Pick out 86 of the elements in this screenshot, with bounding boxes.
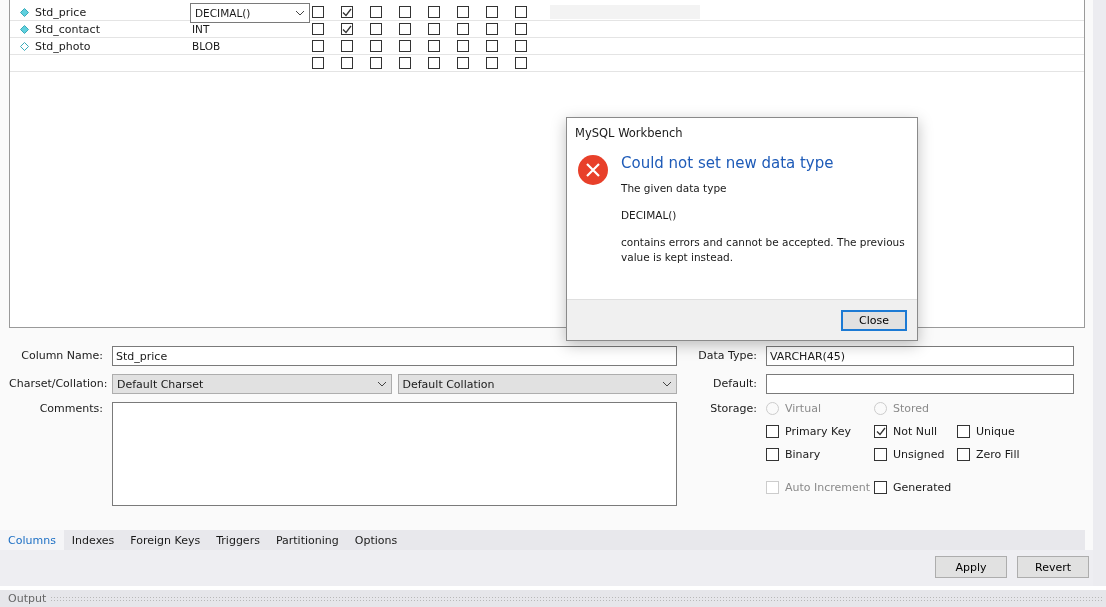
column-type: BLOB: [192, 40, 221, 52]
editor-tab[interactable]: Foreign Keys: [122, 530, 209, 550]
flag-checkbox[interactable]: [428, 23, 440, 35]
close-button[interactable]: Close: [841, 309, 907, 331]
option-checkbox[interactable]: [957, 425, 970, 438]
flag-checkbox[interactable]: [399, 57, 411, 69]
checkbox-label: Generated: [893, 481, 952, 494]
option-checkbox[interactable]: [766, 425, 779, 438]
flag-checkbox[interactable]: [457, 23, 469, 35]
flag-checkbox[interactable]: [341, 6, 353, 18]
flag-checkbox[interactable]: [341, 40, 353, 52]
flag-checkbox[interactable]: [341, 57, 353, 69]
flag-checkbox[interactable]: [486, 40, 498, 52]
flag-checkbox[interactable]: [370, 40, 382, 52]
dialog-heading: Could not set new data type: [621, 156, 835, 171]
radio-label: Stored: [893, 402, 930, 415]
checkbox-label: Auto Increment: [785, 481, 871, 494]
dialog-message: The given data type: [621, 181, 728, 196]
flag-checkbox[interactable]: [486, 57, 498, 69]
comments-label: Comments:: [38, 402, 103, 417]
flag-checkbox[interactable]: [312, 40, 324, 52]
flag-checkbox[interactable]: [486, 6, 498, 18]
flag-checkbox[interactable]: [312, 57, 324, 69]
dialog-message: DECIMAL(): [621, 208, 678, 223]
flag-checkbox[interactable]: [312, 23, 324, 35]
flag-checkbox[interactable]: [399, 6, 411, 18]
dialog-title: MySQL Workbench: [574, 125, 684, 140]
flag-checkbox[interactable]: [370, 6, 382, 18]
option-checkbox[interactable]: [874, 481, 887, 494]
storage-label: Storage:: [709, 402, 757, 417]
column-name-label: Column Name:: [20, 348, 103, 364]
checkbox-label: Not Null: [893, 425, 938, 438]
column-name-field[interactable]: Std_price: [112, 346, 677, 366]
editor-tab[interactable]: Partitioning: [267, 530, 347, 550]
option-checkbox[interactable]: [957, 448, 970, 461]
editor-tab[interactable]: Options: [346, 530, 406, 550]
flag-checkbox[interactable]: [428, 57, 440, 69]
comments-field[interactable]: [112, 402, 677, 506]
caret-icon: [376, 381, 387, 387]
apply-button[interactable]: Apply: [935, 556, 1007, 578]
flag-checkbox[interactable]: [428, 40, 440, 52]
caret-icon: [295, 10, 305, 16]
column-name[interactable]: Std_contact: [35, 22, 100, 36]
data-type-field[interactable]: VARCHAR(45): [766, 346, 1074, 366]
option-checkbox[interactable]: [874, 425, 887, 438]
flag-checkbox[interactable]: [399, 23, 411, 35]
check-icon: [875, 427, 886, 436]
flag-checkbox[interactable]: [399, 40, 411, 52]
checkbox-label: Unsigned: [893, 448, 945, 461]
flag-checkbox[interactable]: [312, 6, 324, 18]
flag-checkbox[interactable]: [457, 40, 469, 52]
option-checkbox[interactable]: [766, 448, 779, 461]
checkbox-label: Zero Fill: [976, 448, 1020, 461]
default-label: Default:: [712, 376, 757, 392]
flag-checkbox[interactable]: [515, 57, 527, 69]
checkbox-label: Primary Key: [785, 425, 851, 438]
caret-icon: [662, 381, 672, 387]
flag-checkbox[interactable]: [515, 23, 527, 35]
dialog-message: contains errors and cannot be accepted. The previous value is kept instead.: [621, 235, 906, 265]
flag-checkbox[interactable]: [486, 23, 498, 35]
column-name[interactable]: Std_photo: [35, 39, 91, 53]
type-dropdown[interactable]: DECIMAL(): [190, 3, 310, 23]
error-icon: [577, 154, 609, 186]
collation-dropdown[interactable]: Default Collation: [397, 374, 677, 394]
flag-checkbox[interactable]: [370, 23, 382, 35]
default-field[interactable]: [766, 374, 1074, 394]
revert-button[interactable]: Revert: [1017, 556, 1089, 578]
column-name[interactable]: Std_price: [35, 5, 87, 19]
checkbox-label: Binary: [785, 448, 821, 461]
editor-tab[interactable]: Indexes: [63, 530, 123, 550]
checkbox-label: Unique: [976, 425, 1015, 438]
flag-checkbox[interactable]: [457, 6, 469, 18]
flag-checkbox[interactable]: [515, 40, 527, 52]
flag-checkbox[interactable]: [428, 6, 440, 18]
flag-checkbox[interactable]: [457, 57, 469, 69]
column-type: INT: [192, 23, 210, 35]
flag-checkbox[interactable]: [370, 57, 382, 69]
flag-checkbox[interactable]: [341, 23, 353, 35]
editor-tab[interactable]: Columns: [0, 530, 64, 550]
option-checkbox[interactable]: [874, 448, 887, 461]
output-label: Output: [8, 592, 47, 605]
data-type-label: Data Type:: [697, 348, 757, 364]
flag-checkbox[interactable]: [515, 6, 527, 18]
radio-label: Virtual: [785, 402, 821, 415]
editor-tab[interactable]: Triggers: [208, 530, 268, 550]
charset-dropdown[interactable]: Default Charset: [112, 374, 392, 394]
